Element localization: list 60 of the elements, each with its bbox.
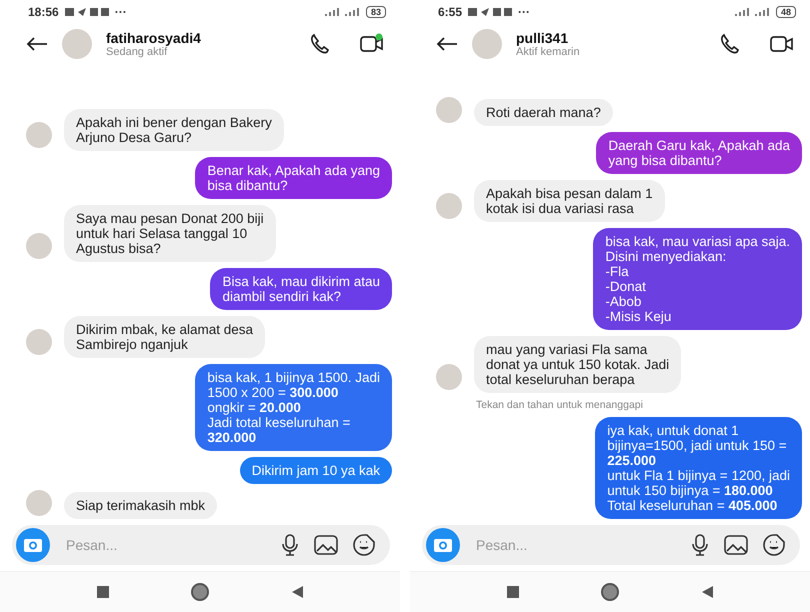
message-field[interactable]: Pesan... (64, 536, 266, 554)
camera-icon[interactable] (16, 528, 50, 562)
microphone-icon[interactable] (280, 534, 300, 556)
signal-icon (734, 7, 770, 17)
received-message: mau yang variasi Fla sama donat ya untuk 150 kotak. Jadi total keseluruhan berapa (474, 336, 682, 393)
image-icon[interactable] (314, 534, 338, 556)
video-call-icon[interactable] (770, 33, 794, 55)
phone-icon[interactable] (718, 32, 742, 56)
status-time: 18:56 (28, 5, 59, 19)
sent-message: Daerah Garu kak, Apakah ada yang bisa dibantu? (596, 132, 802, 174)
avatar (26, 329, 52, 355)
sent-message: Benar kak, Apakah ada yang bisa dibantu? (195, 157, 392, 199)
camera-icon[interactable] (426, 528, 460, 562)
microphone-icon[interactable] (690, 534, 710, 556)
received-message: Apakah ini bener dengan Bakery Arjuno Desa Garu? (64, 109, 284, 151)
back-icon[interactable] (26, 36, 48, 52)
contact-status: Aktif kemarin (516, 46, 581, 58)
sent-message: iya kak, untuk donat 1 bijinya=1500, jadi untuk 150 = 225.000 untuk Fla 1 bijinya = 1200, jadi untuk 150 bijinya = 180.000 Total keseluruhan = 405.000 (595, 417, 802, 519)
received-message: Roti daerah mana? (474, 99, 613, 126)
sticker-icon[interactable] (762, 533, 786, 557)
home-icon[interactable] (190, 582, 210, 602)
home-icon[interactable] (600, 582, 620, 602)
message-field[interactable]: Pesan... (474, 536, 676, 554)
avatar (472, 29, 502, 59)
sent-message: Dikirim jam 10 ya kak (240, 457, 392, 484)
recent-apps-icon[interactable] (506, 585, 520, 599)
signal-icon (324, 7, 360, 17)
sent-message: bisa kak, 1 bijinya 1500. Jadi 1500 x 200 = 300.000 ongkir = 20.000 Jadi total keseluruhan = 320.000 (195, 364, 392, 451)
avatar (62, 29, 92, 59)
back-nav-icon[interactable] (700, 585, 714, 599)
battery-indicator: 48 (776, 6, 796, 18)
contact-name: fatiharosyadi4 (106, 30, 202, 46)
more-notifications: ··· (114, 5, 127, 19)
contact-status: Sedang aktif (106, 46, 168, 58)
avatar (26, 490, 52, 516)
back-icon[interactable] (436, 36, 458, 52)
sticker-icon[interactable] (352, 533, 376, 557)
phone-icon[interactable] (308, 32, 332, 56)
video-call-icon[interactable] (360, 33, 384, 55)
received-message: Siap terimakasih mbk (64, 492, 218, 519)
notification-icons (64, 7, 109, 17)
sent-message: bisa kak, mau variasi apa saja. Disini menyediakan: -Fla -Donat -Abob -Misis Keju (593, 228, 802, 330)
received-message: Apakah bisa pesan dalam 1 kotak isi dua variasi rasa (474, 180, 665, 222)
received-message: Saya mau pesan Donat 200 biji untuk hari Selasa tanggal 10 Agustus bisa? (64, 205, 276, 262)
avatar (436, 364, 462, 390)
status-time: 6:55 (438, 5, 462, 19)
back-nav-icon[interactable] (290, 585, 304, 599)
avatar (26, 233, 52, 259)
avatar (436, 193, 462, 219)
received-message: Dikirim mbak, ke alamat desa Sambirejo nganjuk (64, 316, 266, 358)
more-notifications: ··· (518, 5, 530, 19)
sent-message: Bisa kak, mau dikirim atau diambil sendiri kak? (210, 268, 392, 310)
notification-icons (468, 7, 512, 17)
avatar (436, 97, 462, 123)
recent-apps-icon[interactable] (96, 585, 110, 599)
image-icon[interactable] (724, 534, 748, 556)
battery-indicator: 83 (366, 6, 386, 18)
contact-name: pulli341 (516, 30, 570, 46)
avatar (26, 122, 52, 148)
reply-hint: Tekan dan tahan untuk menanggapi (476, 399, 643, 411)
